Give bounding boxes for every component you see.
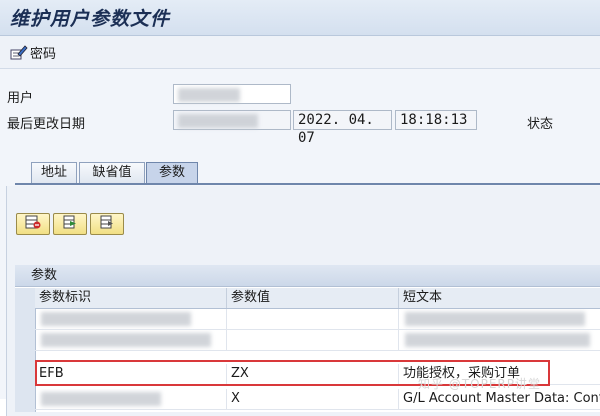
table-title: 参数: [15, 265, 600, 287]
tab-underline: [15, 183, 600, 185]
tab-defaults[interactable]: 缺省值: [79, 162, 145, 184]
tab-parameters[interactable]: 参数: [146, 162, 198, 184]
cell-short-text: [399, 309, 600, 329]
cell-parameter-id[interactable]: [35, 309, 227, 329]
user-field[interactable]: [173, 84, 291, 104]
column-header-parameter-id[interactable]: 参数标识: [35, 288, 227, 308]
user-label: 用户: [7, 91, 34, 106]
cell-parameter-value[interactable]: ZX: [227, 364, 399, 384]
column-header-short-text[interactable]: 短文本: [399, 288, 600, 308]
delete-row-button[interactable]: [16, 213, 50, 235]
redacted-cell: [41, 333, 211, 347]
table-header: 参数标识 参数值 短文本: [35, 288, 600, 309]
changed-by-field: [173, 110, 291, 130]
select-row-icon: [98, 214, 116, 234]
table-row[interactable]: [35, 309, 600, 330]
redacted-cell: [405, 333, 590, 347]
watermark: 知乎 @TOPERP讲堂: [418, 377, 541, 391]
insert-row-button[interactable]: [53, 213, 87, 235]
cell-short-text: [399, 330, 600, 350]
cell-parameter-id[interactable]: [35, 389, 227, 409]
date-field: 2022. 04. 07: [293, 110, 392, 146]
cell-short-text: G/L Account Master Data: Contro: [403, 391, 600, 406]
window-title: 维护用户参数文件: [10, 8, 171, 30]
application-toolbar: 密码: [0, 36, 600, 69]
cell-parameter-value[interactable]: [227, 330, 399, 350]
cell-parameter-id[interactable]: EFB: [35, 364, 227, 384]
select-row-button[interactable]: [90, 213, 124, 235]
time-field: 18:18:13: [395, 110, 477, 130]
redacted-changed-by: [178, 114, 258, 128]
redacted-cell: [41, 312, 191, 326]
password-button[interactable]: 密码: [10, 43, 57, 62]
insert-row-icon: [61, 214, 79, 234]
last-changed-label: 最后更改日期: [7, 117, 86, 132]
table-row[interactable]: [35, 330, 600, 351]
row-selector-column[interactable]: [15, 288, 36, 412]
cell-parameter-value[interactable]: X: [227, 389, 399, 409]
cell-parameter-value[interactable]: [227, 309, 399, 329]
tab-address[interactable]: 地址: [31, 162, 77, 184]
status-label: 状态: [527, 117, 554, 132]
redacted-user: [178, 88, 240, 102]
redacted-cell: [41, 392, 161, 406]
delete-row-icon: [24, 214, 42, 234]
redacted-cell: [405, 312, 585, 326]
cell-parameter-id[interactable]: [35, 330, 227, 350]
password-pencil-icon: [10, 44, 28, 60]
column-header-parameter-value[interactable]: 参数值: [227, 288, 399, 308]
table-row[interactable]: X G/L Account Master Data: Contro: [35, 389, 600, 410]
password-button-label: 密码: [30, 46, 57, 62]
title-bar: 维护用户参数文件: [0, 0, 600, 36]
